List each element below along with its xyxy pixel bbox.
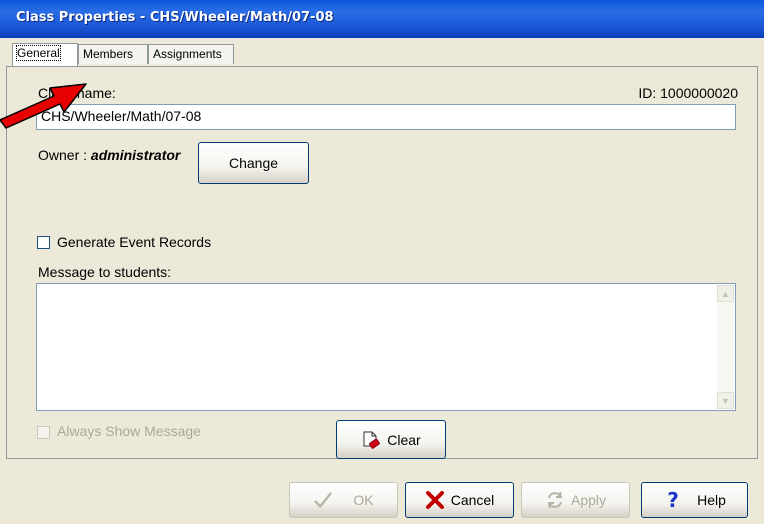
scroll-down-arrow-icon[interactable]: ▼	[717, 392, 734, 409]
class-id: ID: 1000000020	[638, 85, 738, 101]
window-title: Class Properties - CHS/Wheeler/Math/07-0…	[16, 10, 334, 25]
change-button-label: Change	[228, 155, 279, 171]
ok-button[interactable]: OK	[289, 482, 398, 518]
help-button-label: Help	[697, 492, 726, 508]
change-owner-button[interactable]: Change	[198, 142, 309, 184]
owner-prefix: Owner :	[38, 147, 91, 163]
refresh-icon	[545, 490, 565, 510]
always-show-checkbox[interactable]	[37, 426, 50, 439]
eraser-page-icon	[361, 430, 381, 450]
cancel-button-label: Cancel	[450, 492, 495, 508]
generate-event-checkbox[interactable]	[37, 236, 50, 249]
help-button[interactable]: ? Help	[641, 482, 748, 518]
message-label: Message to students:	[38, 264, 172, 280]
red-arrow-icon	[0, 83, 87, 129]
owner-name: administrator	[90, 147, 181, 163]
scroll-up-arrow-icon[interactable]: ▲	[717, 285, 734, 302]
clear-button[interactable]: Clear	[336, 420, 446, 459]
owner-label: Owner : administrator	[38, 147, 180, 163]
question-icon: ?	[667, 488, 679, 512]
class-name-input[interactable]: CHS/Wheeler/Math/07-08	[36, 104, 736, 130]
footer-button-bar: OK Cancel Apply ? Help	[0, 459, 764, 524]
message-textarea[interactable]: ▲ ▼	[36, 283, 736, 411]
check-icon	[313, 490, 333, 510]
message-scrollbar[interactable]: ▲ ▼	[717, 285, 734, 409]
always-show-label: Always Show Message	[57, 423, 201, 439]
title-bar: Class Properties - CHS/Wheeler/Math/07-0…	[0, 0, 764, 38]
cancel-button[interactable]: Cancel	[405, 482, 514, 518]
generate-event-label: Generate Event Records	[57, 234, 212, 250]
x-icon	[425, 490, 445, 510]
tab-assignments-label: Assignments	[153, 47, 222, 61]
tab-members-label: Members	[83, 47, 134, 61]
apply-button-label: Apply	[570, 492, 607, 508]
clear-button-label: Clear	[387, 431, 421, 448]
tab-general-label: General	[16, 45, 61, 61]
tab-assignments[interactable]: Assignments	[148, 44, 234, 64]
ok-button-label: OK	[353, 492, 374, 508]
tab-members[interactable]: Members	[78, 44, 148, 64]
tab-general[interactable]: General	[12, 43, 78, 66]
apply-button[interactable]: Apply	[521, 482, 630, 518]
